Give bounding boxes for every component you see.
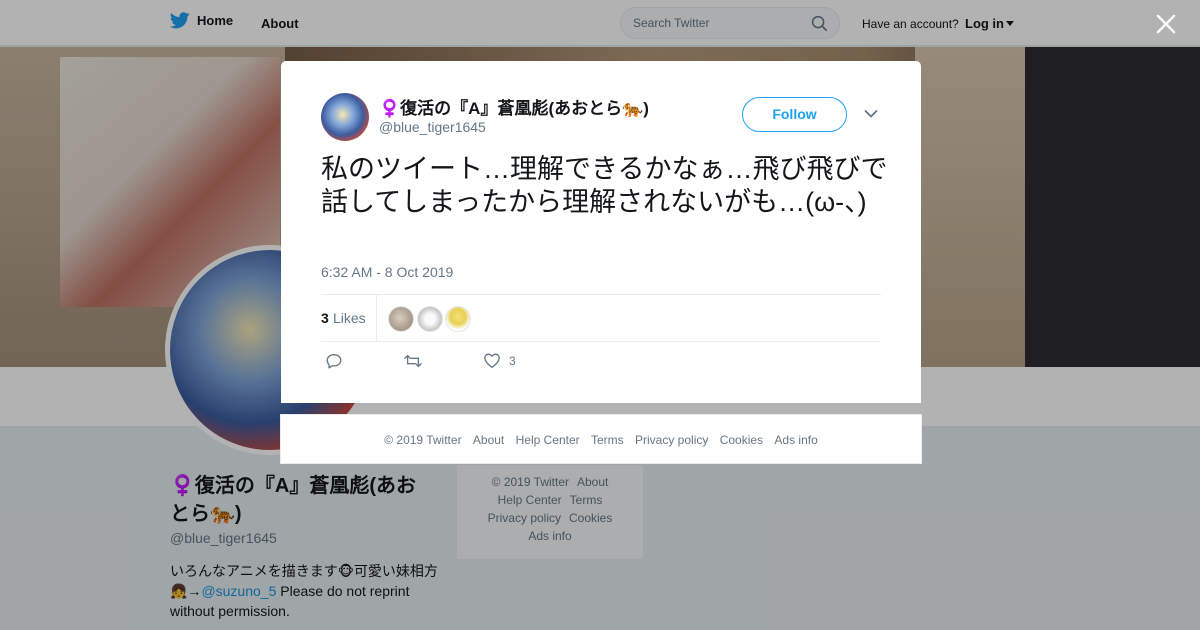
footer-copyright: © 2019 Twitter [384,433,462,447]
retweet-button[interactable] [403,352,423,370]
retweet-icon [404,354,422,368]
tweet-timestamp[interactable]: 6:32 AM - 8 Oct 2019 [321,264,453,280]
reply-button[interactable] [325,352,343,370]
footer-about-link[interactable]: About [473,433,504,447]
stats-divider [376,295,377,341]
like-count: 3 [509,353,516,368]
liker-avatar[interactable] [388,306,414,332]
tweet-stats: 3 Likes [321,294,881,342]
follow-button[interactable]: Follow [742,97,847,132]
tweet-author-avatar[interactable] [321,93,369,141]
footer-terms-link[interactable]: Terms [591,433,624,447]
modal-footer: © 2019 Twitter About Help Center Terms P… [280,414,922,464]
footer-cookies-link[interactable]: Cookies [720,433,763,447]
like-button[interactable]: 3 [483,352,516,369]
tweet-actions: 3 [321,352,881,376]
likes-count[interactable]: 3 [321,310,329,326]
liker-avatar[interactable] [445,306,471,332]
footer-privacy-link[interactable]: Privacy policy [635,433,708,447]
likes-label[interactable]: Likes [333,310,366,326]
liker-avatar[interactable] [417,306,443,332]
close-icon[interactable] [1156,14,1176,34]
heart-icon [484,353,500,368]
footer-help-link[interactable]: Help Center [516,433,580,447]
tweet-author-name[interactable]: ♀️復活の『A』蒼凰彪(あおとら🐅) [379,94,649,119]
reply-icon [326,354,342,369]
tweet-modal: ♀️復活の『A』蒼凰彪(あおとら🐅) @blue_tiger1645 Follo… [281,61,921,403]
tweet-author-handle[interactable]: @blue_tiger1645 [379,119,486,135]
footer-ads-link[interactable]: Ads info [774,433,817,447]
chevron-down-icon[interactable] [864,109,878,119]
tweet-text: 私のツイート…理解できるかなぁ…飛び飛びで話してしまったから理解されないがも…(… [321,154,888,217]
